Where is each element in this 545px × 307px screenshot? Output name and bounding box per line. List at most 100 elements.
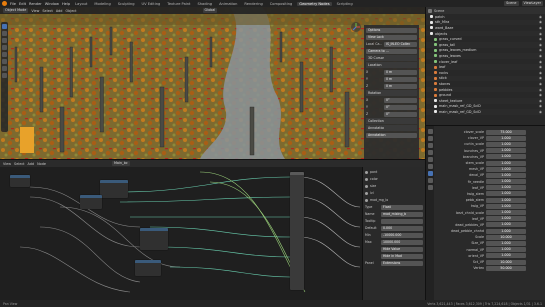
select-tool-icon[interactable] (2, 24, 7, 29)
node-menu-select[interactable]: Select (14, 162, 24, 166)
input-value-field[interactable]: 1.000 (486, 240, 526, 246)
outliner-item[interactable]: sheet_texture ◉ (426, 97, 545, 104)
socket-item[interactable]: color (365, 176, 423, 182)
input-value-field[interactable]: 50.000 (486, 265, 526, 271)
visibility-eye-icon[interactable]: ◉ (539, 37, 542, 41)
tab-animation[interactable]: Animation (217, 2, 239, 6)
visibility-eye-icon[interactable]: ◉ (539, 43, 542, 47)
socket-item[interactable]: lvl (365, 190, 423, 196)
input-value-field[interactable]: 1.000 (486, 191, 526, 197)
input-value-field[interactable]: 1.000 (486, 247, 526, 253)
viewport-menu-object[interactable]: Object (65, 9, 76, 13)
visibility-eye-icon[interactable]: ◉ (539, 104, 542, 108)
panel-field[interactable]: Extensions (381, 260, 423, 266)
npanel-field[interactable]: 0 m (384, 76, 417, 82)
npanel-field[interactable]: IS_IN-EO Collec (384, 41, 417, 47)
outliner-item[interactable]: pebbles ◉ (426, 86, 545, 93)
viewport-menu-select[interactable]: Select (42, 9, 52, 13)
output-tab-icon[interactable] (427, 143, 433, 148)
navigation-gizmo-icon[interactable] (350, 21, 362, 33)
input-value-field[interactable]: 1.000 (486, 216, 526, 222)
outliner-item[interactable]: grass_tall ◉ (426, 41, 545, 48)
menu-file[interactable]: File (10, 2, 16, 6)
input-value-field[interactable]: 1.000 (486, 166, 526, 172)
node-menu-add[interactable]: Add (28, 162, 35, 166)
npanel-field[interactable]: 0° (384, 97, 417, 103)
modifier-tab-icon[interactable] (427, 171, 433, 176)
outliner-item[interactable]: leaf ◉ (426, 64, 545, 70)
tab-sculpting[interactable]: Sculpting (116, 2, 137, 6)
input-value-field[interactable]: 1.000 (486, 160, 526, 166)
transform-orientation-dropdown[interactable]: Global (202, 8, 218, 13)
socket-item[interactable]: mod_mg_lo (365, 197, 423, 203)
socket-property-field[interactable] (381, 218, 423, 224)
geometry-node-editor[interactable]: View Select Add Node Main_bc pont color … (0, 159, 425, 300)
visibility-eye-icon[interactable]: ◉ (539, 93, 542, 97)
scene-tab-icon[interactable] (427, 150, 433, 155)
socket-property-field[interactable]: mod_mixing_b (381, 211, 423, 217)
scene-selector[interactable]: Scene (504, 1, 519, 6)
menu-help[interactable]: Help (62, 2, 70, 6)
node-group-d[interactable] (135, 260, 161, 276)
input-value-field[interactable]: 1.000 (486, 135, 526, 141)
visibility-eye-icon[interactable]: ◉ (539, 26, 542, 30)
input-value-field[interactable]: 1.000 (486, 253, 526, 259)
outliner-item[interactable]: stick ◉ (426, 75, 545, 82)
outliner-item[interactable]: sth_Mira ◉ (426, 19, 545, 26)
node-group-e[interactable] (10, 175, 30, 187)
tab-compositing[interactable]: Compositing (268, 2, 295, 6)
visibility-eye-icon[interactable]: ◉ (539, 54, 542, 58)
outliner-item[interactable]: main_mask_ref_GD_SciD ◉ (426, 109, 545, 115)
input-value-field[interactable]: 1.000 (486, 141, 526, 147)
blender-logo-icon[interactable] (2, 1, 7, 6)
socket-property-field[interactable]: Hide in Mod (381, 253, 423, 259)
npanel-field[interactable]: 0 m (384, 69, 417, 75)
outliner-item[interactable]: main_mask_ref_GD_SciD ◉ (426, 104, 545, 110)
node-group-b[interactable] (80, 195, 102, 209)
move-tool-icon[interactable] (2, 38, 7, 43)
world-tab-icon[interactable] (427, 157, 433, 162)
input-value-field[interactable]: 1.000 (486, 222, 526, 228)
visibility-eye-icon[interactable]: ◉ (539, 20, 542, 24)
outliner-item[interactable]: grass_curved ◉ (426, 36, 545, 42)
viewport-menu-view[interactable]: View (31, 9, 39, 13)
node-menu-node[interactable]: Node (37, 162, 46, 166)
input-value-field[interactable]: 1.000 (486, 148, 526, 154)
cursor-tool-icon[interactable] (2, 31, 7, 36)
outliner-item[interactable]: objects ◉ (426, 30, 545, 37)
input-value-field[interactable]: 10.000 (486, 234, 526, 240)
tab-uv-editing[interactable]: UV Editing (140, 2, 163, 6)
menu-edit[interactable]: Edit (19, 2, 26, 6)
tab-layout[interactable]: Layout (73, 2, 89, 6)
outliner-item[interactable]: ground ◉ (426, 92, 545, 98)
menu-render[interactable]: Render (29, 2, 42, 6)
scale-tool-icon[interactable] (2, 52, 7, 57)
visibility-eye-icon[interactable]: ◉ (539, 32, 542, 36)
socket-property-field[interactable]: Float (381, 204, 423, 210)
input-value-field[interactable]: 1.000 (486, 185, 526, 191)
input-value-field[interactable]: 1.000 (486, 179, 526, 185)
object-tab-icon[interactable] (427, 164, 433, 169)
render-tab-icon[interactable] (427, 136, 433, 141)
view-layer-selector[interactable]: ViewLayer (521, 1, 543, 6)
outliner-item[interactable]: grass_leaves ◉ (426, 53, 545, 59)
tab-geometry-nodes[interactable]: Geometry Nodes (297, 1, 332, 6)
node-tree-selector[interactable]: Main_bc (111, 161, 130, 166)
visibility-eye-icon[interactable]: ◉ (539, 110, 542, 114)
visibility-eye-icon[interactable]: ◉ (539, 48, 542, 52)
socket-property-field[interactable]: 0.000 (381, 225, 423, 231)
visibility-eye-icon[interactable]: ◉ (539, 15, 542, 19)
outliner-item[interactable]: clover_leaf ◉ (426, 59, 545, 65)
annotate-tool-icon[interactable] (2, 66, 7, 71)
outliner-item[interactable]: patch ◉ (426, 14, 545, 20)
node-group-output-column[interactable] (290, 172, 304, 290)
npanel-field[interactable]: 0° (384, 111, 417, 117)
outliner-item[interactable]: grass_leaves_medium ◉ (426, 48, 545, 54)
menu-window[interactable]: Window (45, 2, 59, 6)
tab-texture-paint[interactable]: Texture Paint (165, 2, 192, 6)
npanel-field[interactable]: Camera to … (366, 48, 417, 54)
visibility-eye-icon[interactable]: ◉ (539, 88, 542, 92)
tab-shading[interactable]: Shading (195, 2, 214, 6)
input-value-field[interactable]: 1.000 (486, 172, 526, 178)
outliner-item[interactable]: stones ◉ (426, 81, 545, 87)
